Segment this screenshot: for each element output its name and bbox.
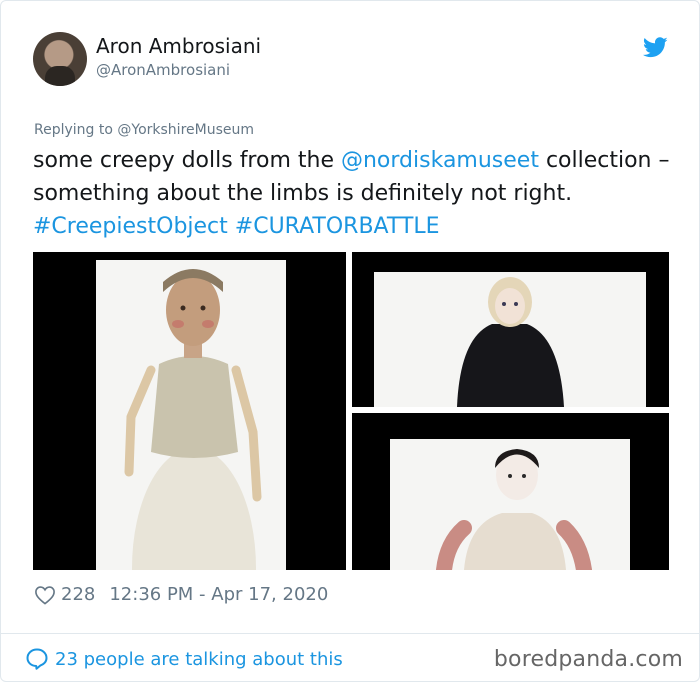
media-image-porcelain-doll[interactable] — [352, 413, 669, 570]
conversation-link[interactable]: 23 people are talking about this — [25, 647, 343, 671]
tweet-meta: 228 12:36 PM - Apr 17, 2020 — [34, 584, 328, 605]
media-grid — [33, 252, 669, 570]
tweet-text: some creepy dolls from the @nordiskamuse… — [33, 144, 673, 243]
tweet-card: Aron Ambrosiani @AronAmbrosiani Replying… — [0, 0, 700, 682]
replying-to: Replying to @YorkshireMuseum — [34, 122, 254, 138]
hashtag-creepiest-object[interactable]: #CreepiestObject — [33, 214, 228, 239]
porcelain-doll-illustration — [436, 449, 592, 570]
replying-to-prefix: Replying to — [34, 122, 118, 138]
media-image-wooden-doll[interactable] — [33, 252, 346, 570]
replying-to-handle[interactable]: @YorkshireMuseum — [117, 122, 254, 138]
watermark: boredpanda.com — [493, 647, 683, 672]
author-handle[interactable]: @AronAmbrosiani — [96, 61, 230, 79]
heart-icon[interactable] — [34, 585, 56, 605]
footer-divider — [1, 633, 699, 634]
conversation-count-text[interactable]: 23 people are talking about this — [55, 649, 343, 670]
media-image-black-coat-doll[interactable] — [352, 252, 669, 407]
like-count[interactable]: 228 — [61, 584, 95, 605]
tweet-timestamp[interactable]: 12:36 PM - Apr 17, 2020 — [109, 584, 328, 605]
author-display-name[interactable]: Aron Ambrosiani — [96, 34, 261, 58]
twitter-bird-icon[interactable] — [643, 37, 668, 58]
speech-bubble-icon — [26, 648, 48, 670]
avatar[interactable] — [33, 32, 87, 86]
black-coat-doll-illustration — [457, 277, 564, 407]
hashtag-curator-battle[interactable]: #CURATORBATTLE — [235, 214, 440, 239]
mention-link[interactable]: @nordiskamuseet — [341, 148, 539, 173]
tweet-text-part-1: some creepy dolls from the — [33, 148, 341, 173]
wooden-doll-illustration — [124, 269, 262, 570]
